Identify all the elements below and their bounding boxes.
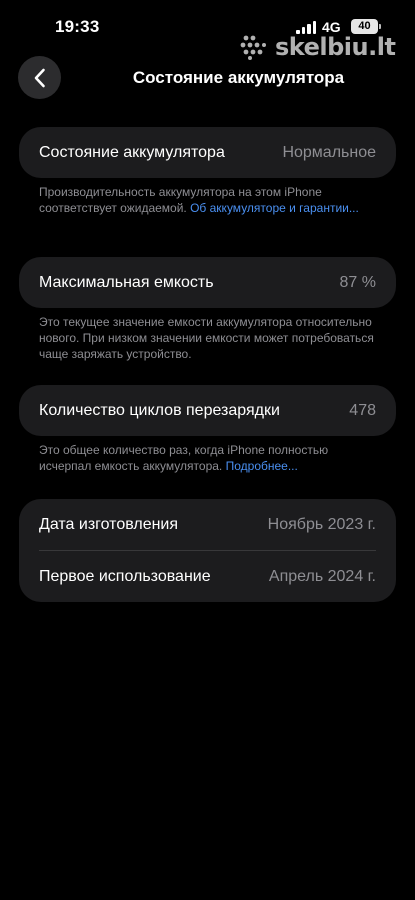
page-title: Состояние аккумулятора [132,68,345,87]
capacity-note: Это текущее значение емкости аккумулятор… [39,315,374,361]
health-footnote: Производительность аккумулятора на этом … [39,184,379,216]
cycles-value: 478 [349,401,376,419]
battery-tip [379,24,381,29]
capacity-value: 87 % [339,273,376,291]
battery-health-screen: 19:33 4G 40 skelbiu.lt Состояние аккумул… [0,0,415,900]
capacity-row: Максимальная емкость 87 % [19,257,396,308]
learn-more-link[interactable]: Подробнее... [226,459,298,473]
cycles-group: Количество циклов перезарядки 478 [19,385,396,436]
health-group: Состояние аккумулятора Нормальное [19,127,396,178]
health-row: Состояние аккумулятора Нормальное [19,127,396,178]
back-button[interactable] [18,56,61,99]
capacity-footnote: Это текущее значение емкости аккумулятор… [39,314,379,362]
manufactured-label: Дата изготовления [39,515,179,533]
chevron-left-icon [34,68,45,87]
health-value: Нормальное [282,143,376,161]
cycles-label: Количество циклов перезарядки [39,401,280,419]
first-use-label: Первое использование [39,567,211,585]
first-use-row: Первое использование Апрель 2024 г. [19,551,396,602]
capacity-label: Максимальная емкость [39,273,214,291]
watermark-text: skelbiu.lt [275,33,396,61]
manufactured-row: Дата изготовления Ноябрь 2023 г. [19,499,396,550]
watermark: skelbiu.lt [240,32,410,62]
dates-group: Дата изготовления Ноябрь 2023 г. Первое … [19,499,396,602]
cycles-footnote: Это общее количество раз, когда iPhone п… [39,442,379,474]
health-label: Состояние аккумулятора [39,143,225,161]
battery-warranty-link[interactable]: Об аккумуляторе и гарантии... [190,201,359,215]
watermark-logo-icon [240,35,266,60]
first-use-value: Апрель 2024 г. [268,567,376,585]
cycles-row: Количество циклов перезарядки 478 [19,385,396,436]
capacity-group: Максимальная емкость 87 % [19,257,396,308]
status-time: 19:33 [55,17,100,36]
manufactured-value: Ноябрь 2023 г. [267,515,376,533]
